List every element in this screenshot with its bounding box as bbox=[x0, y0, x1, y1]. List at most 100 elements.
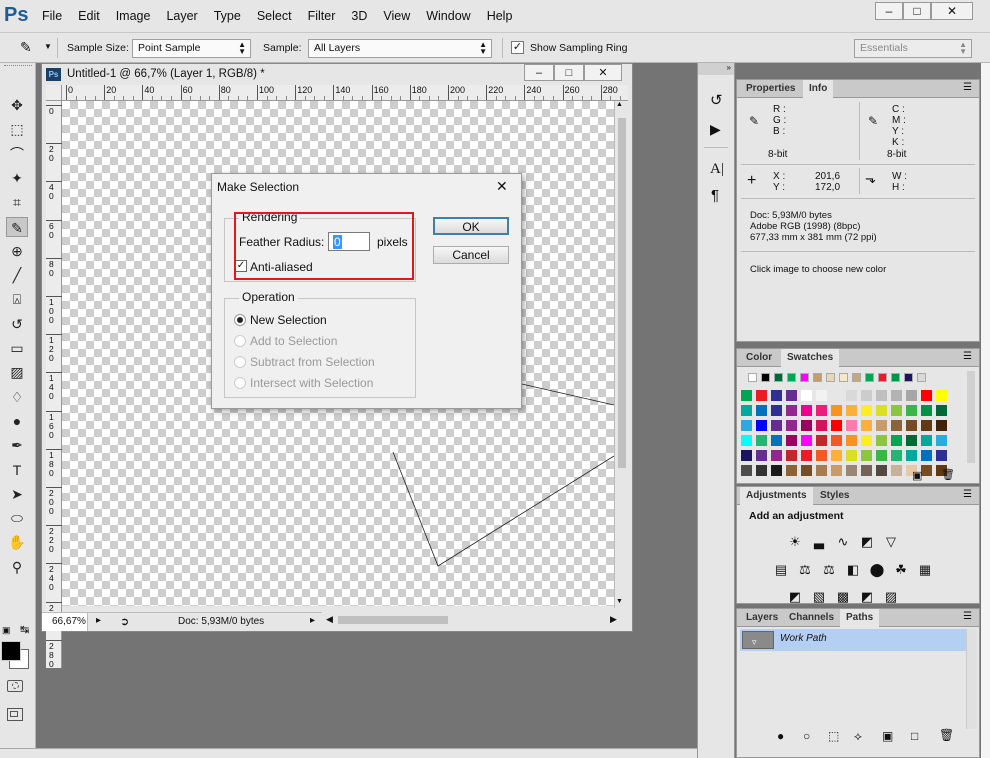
swatch[interactable] bbox=[846, 420, 857, 431]
ruler-origin[interactable] bbox=[46, 85, 62, 101]
swatch[interactable] bbox=[876, 405, 887, 416]
make-work-path-icon[interactable]: ⟡ bbox=[854, 729, 862, 744]
swatch[interactable] bbox=[936, 435, 947, 446]
lasso-icon[interactable]: ⌒ bbox=[6, 144, 28, 164]
healing-icon[interactable]: ⊕ bbox=[6, 241, 28, 261]
swatch[interactable] bbox=[876, 450, 887, 461]
pen-icon[interactable]: ✒ bbox=[6, 435, 28, 455]
swatch[interactable] bbox=[891, 373, 900, 382]
swatch[interactable] bbox=[771, 405, 782, 416]
swatch[interactable] bbox=[936, 420, 947, 431]
selective-color-icon[interactable]: ◩ bbox=[859, 590, 875, 604]
swatch[interactable] bbox=[771, 390, 782, 401]
swatch[interactable] bbox=[831, 420, 842, 431]
sample-size-select[interactable]: Point Sample ▲ ▼ bbox=[132, 39, 251, 58]
swatch[interactable] bbox=[800, 373, 809, 382]
history-icon[interactable]: ↺ bbox=[710, 91, 723, 109]
swatch[interactable] bbox=[876, 465, 887, 476]
swatch[interactable] bbox=[921, 390, 932, 401]
horizontal-ruler[interactable]: 0 20 40 60 80 100 120 140 160 180 200 220 240 260 280 bbox=[62, 85, 628, 101]
swatch[interactable] bbox=[936, 390, 947, 401]
dodge-icon[interactable]: ● bbox=[6, 411, 28, 431]
swatch[interactable] bbox=[801, 450, 812, 461]
eyedropper-icon[interactable]: ✎ bbox=[6, 216, 28, 237]
dialog-close-icon[interactable]: ✕ bbox=[496, 178, 508, 195]
swatch[interactable] bbox=[786, 420, 797, 431]
menu-3d[interactable]: 3D bbox=[351, 9, 367, 23]
swatch[interactable] bbox=[904, 373, 913, 382]
new-path-icon[interactable]: □ bbox=[911, 729, 918, 743]
eyedropper-tool-icon[interactable]: ✎ bbox=[20, 39, 32, 56]
menu-layer[interactable]: Layer bbox=[166, 9, 197, 23]
swatch[interactable] bbox=[861, 450, 872, 461]
share-icon[interactable]: ➲ bbox=[120, 615, 129, 628]
default-colors-icon[interactable]: ▣ bbox=[2, 625, 11, 636]
swatch[interactable] bbox=[891, 420, 902, 431]
swatch[interactable] bbox=[771, 420, 782, 431]
swatch[interactable] bbox=[876, 435, 887, 446]
swatch[interactable] bbox=[831, 465, 842, 476]
radio-subtract-from-selection[interactable] bbox=[234, 356, 246, 368]
gradient-map-icon[interactable]: ▽ bbox=[883, 535, 899, 549]
swatch[interactable] bbox=[771, 465, 782, 476]
levels-icon[interactable]: ▃ bbox=[811, 535, 827, 549]
swatch[interactable] bbox=[936, 405, 947, 416]
eraser-icon[interactable]: ▭ bbox=[6, 338, 28, 358]
swatch[interactable] bbox=[741, 405, 752, 416]
swatch[interactable] bbox=[865, 373, 874, 382]
swatch[interactable] bbox=[906, 435, 917, 446]
swatch[interactable] bbox=[786, 435, 797, 446]
paths-scrollbar[interactable] bbox=[966, 629, 977, 729]
menu-filter[interactable]: Filter bbox=[308, 9, 336, 23]
paragraph-icon[interactable]: ¶ bbox=[711, 187, 719, 204]
swatch[interactable] bbox=[756, 450, 767, 461]
brush-icon[interactable]: ╱ bbox=[6, 265, 28, 285]
swatch[interactable] bbox=[831, 405, 842, 416]
swatch[interactable] bbox=[876, 390, 887, 401]
swatch[interactable] bbox=[748, 373, 757, 382]
tab-layers[interactable]: Layers bbox=[740, 609, 784, 627]
menu-image[interactable]: Image bbox=[116, 9, 151, 23]
show-ring-checkbox[interactable]: ✓ bbox=[511, 41, 524, 54]
posterize-icon[interactable]: ▧ bbox=[811, 590, 827, 604]
horizontal-scrollbar[interactable]: ◀ ▶ bbox=[322, 613, 626, 627]
exposure-icon[interactable]: ◩ bbox=[859, 535, 875, 549]
swatch[interactable] bbox=[921, 405, 932, 416]
panel-menu-icon[interactable]: ☰ bbox=[963, 489, 972, 500]
swatch[interactable] bbox=[826, 373, 835, 382]
swatch[interactable] bbox=[786, 390, 797, 401]
history-brush-icon[interactable]: ↺ bbox=[6, 314, 28, 334]
lookup-icon[interactable]: ▦ bbox=[917, 563, 933, 577]
swatch[interactable] bbox=[786, 405, 797, 416]
quick-select-icon[interactable]: ✦ bbox=[6, 168, 28, 188]
gradient-fill-icon[interactable]: ▨ bbox=[883, 590, 899, 604]
panel-menu-icon[interactable]: ☰ bbox=[963, 611, 972, 622]
swatch[interactable] bbox=[756, 465, 767, 476]
swatch[interactable] bbox=[861, 420, 872, 431]
swap-colors-icon[interactable]: ↹ bbox=[20, 623, 29, 636]
menu-window[interactable]: Window bbox=[426, 9, 470, 23]
workspace-select[interactable]: Essentials ▲ ▼ bbox=[854, 39, 972, 58]
menu-type[interactable]: Type bbox=[214, 9, 241, 23]
delete-swatch-icon[interactable]: 🗑 bbox=[941, 468, 955, 481]
swatch[interactable] bbox=[756, 435, 767, 446]
tab-paths[interactable]: Paths bbox=[840, 609, 880, 627]
collapse-icon[interactable]: » bbox=[698, 63, 734, 75]
crop-icon[interactable]: ⌗ bbox=[6, 192, 28, 212]
swatch[interactable] bbox=[774, 373, 783, 382]
swatch[interactable] bbox=[816, 435, 827, 446]
tab-adjustments[interactable]: Adjustments bbox=[740, 487, 813, 505]
swatch[interactable] bbox=[771, 450, 782, 461]
swatch[interactable] bbox=[831, 390, 842, 401]
brightness-icon[interactable]: ☀ bbox=[787, 535, 803, 549]
quick-mask-icon[interactable] bbox=[7, 680, 23, 692]
hue-icon[interactable]: ⚖ bbox=[797, 563, 813, 577]
path-row-work-path[interactable]: ▿ Work Path bbox=[740, 629, 966, 651]
doc-close-button[interactable]: ✕ bbox=[584, 64, 622, 81]
tab-channels[interactable]: Channels bbox=[783, 609, 840, 627]
swatch[interactable] bbox=[816, 420, 827, 431]
invert-icon[interactable]: ◩ bbox=[787, 590, 803, 604]
swatch[interactable] bbox=[861, 465, 872, 476]
swatch[interactable] bbox=[786, 465, 797, 476]
swatch[interactable] bbox=[917, 373, 926, 382]
